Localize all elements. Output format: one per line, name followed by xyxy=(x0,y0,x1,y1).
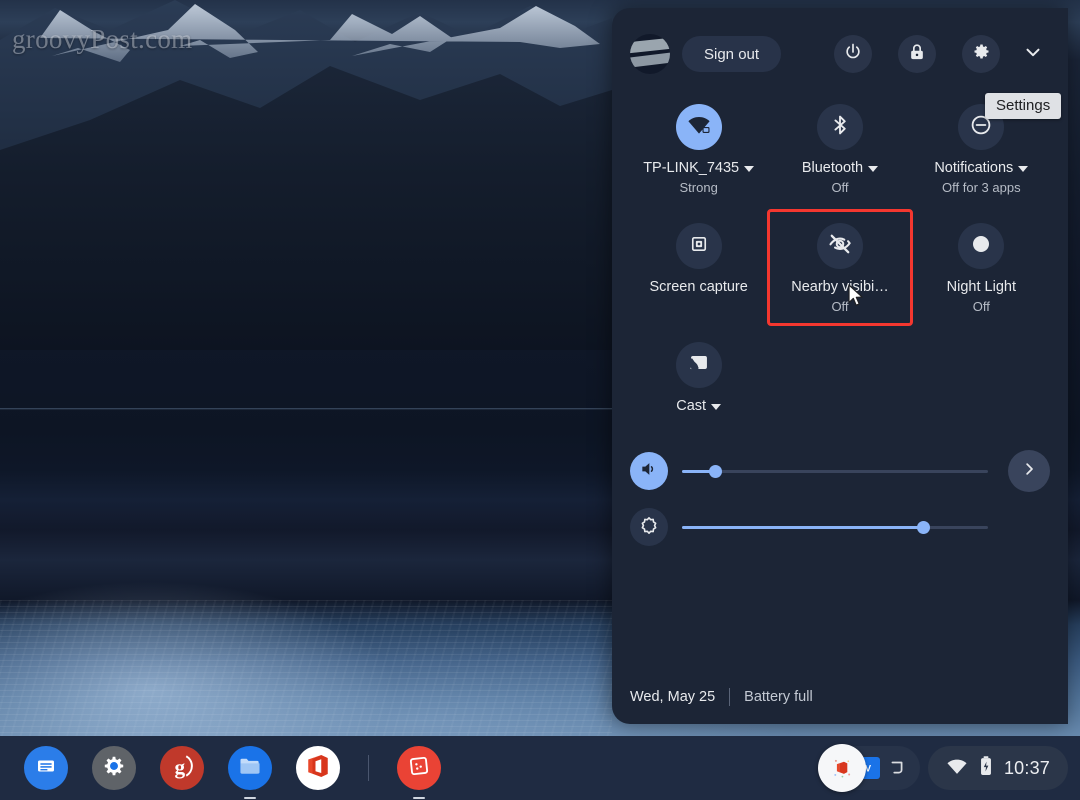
gear-icon xyxy=(971,41,992,67)
lock-button[interactable] xyxy=(898,35,936,73)
bluetooth-tile-icon-circle xyxy=(816,104,863,150)
nearby-visibility-tile-icon-circle xyxy=(816,223,863,269)
system-status-tray[interactable]: 10:37 xyxy=(927,746,1068,790)
photos-icon xyxy=(406,753,432,784)
quick-settings-footer: Wed, May 25 Battery full xyxy=(612,670,1068,724)
shelf-item-office-app[interactable] xyxy=(296,746,340,790)
lock-icon xyxy=(907,42,927,67)
battery-status-label[interactable]: Battery full xyxy=(744,689,813,705)
clock-label: 10:37 xyxy=(1003,757,1050,778)
bluetooth-icon xyxy=(829,114,851,141)
bluetooth-tile-label: Bluetooth xyxy=(801,160,864,176)
night-light-tile-icon-circle xyxy=(958,223,1005,269)
shelf-item-photos-app[interactable] xyxy=(397,746,441,799)
chevron-right-icon xyxy=(1020,460,1038,483)
power-button[interactable] xyxy=(834,35,872,73)
network-tile-status: Strong xyxy=(679,180,718,195)
volume-expand-button[interactable] xyxy=(1008,450,1050,492)
cast-icon xyxy=(687,351,710,379)
tile-network[interactable]: TP-LINK_7435 Strong xyxy=(628,92,769,205)
folder-icon xyxy=(237,753,263,784)
sign-out-button[interactable]: Sign out xyxy=(682,36,782,72)
volume-icon xyxy=(639,459,659,484)
settings-tooltip: Settings xyxy=(985,93,1062,119)
screen-capture-icon xyxy=(688,233,710,260)
tile-bluetooth[interactable]: Bluetooth Off xyxy=(769,92,910,205)
network-tile-icon-circle xyxy=(675,104,722,150)
moon-icon xyxy=(969,232,993,261)
chromeos-desktop: groovyPost.com Sign out TP-LINK_7435 Str… xyxy=(0,0,1080,800)
screen-capture-tile-label: Screen capture xyxy=(649,279,748,295)
nearby-visibility-tile-status: Off xyxy=(831,299,849,314)
shelf-item-chat-app[interactable] xyxy=(24,746,68,790)
network-tile-label-row: TP-LINK_7435 xyxy=(643,160,755,177)
brightness-button[interactable] xyxy=(630,508,668,546)
chevron-down-icon[interactable] xyxy=(744,165,755,172)
tile-night-light[interactable]: Night Light Off xyxy=(911,211,1052,324)
cast-tile-label: Cast xyxy=(676,398,707,414)
tile-cast[interactable]: Cast xyxy=(628,330,769,425)
wifi-icon xyxy=(687,113,711,142)
office-icon xyxy=(303,751,333,786)
tile-nearby-visibility[interactable]: Nearby visibi… Off xyxy=(767,209,913,326)
chevron-down-icon[interactable] xyxy=(1018,165,1029,172)
shelf-divider xyxy=(368,755,369,781)
groovypost-watermark: groovyPost.com xyxy=(12,24,193,54)
bluetooth-tile-status: Off xyxy=(831,180,849,195)
cast-tile-label-row: Cast xyxy=(676,398,722,415)
shelf-status-area: V 10:37 xyxy=(817,744,1080,792)
chat-icon xyxy=(34,754,58,783)
date-label[interactable]: Wed, May 25 xyxy=(630,689,715,705)
eye-slash-icon xyxy=(827,231,853,262)
network-tile-label: TP-LINK_7435 xyxy=(643,160,740,176)
nearby-visibility-tile-label: Nearby visibi… xyxy=(791,279,889,295)
brightness-slider-row xyxy=(630,499,1050,555)
notifications-tile-label-row: Notifications xyxy=(934,160,1029,177)
chevron-down-icon[interactable] xyxy=(868,165,879,172)
brightness-icon xyxy=(639,515,659,540)
quick-settings-sliders xyxy=(612,425,1068,555)
shelf-item-files-app[interactable] xyxy=(228,746,272,799)
shelf-app-list: g xyxy=(0,746,441,799)
footer-divider xyxy=(729,688,731,706)
svg-text:g: g xyxy=(175,755,186,779)
brightness-slider-track[interactable] xyxy=(682,520,988,534)
power-icon xyxy=(843,42,863,67)
tray-ime-icon[interactable] xyxy=(884,755,910,781)
cast-tile-icon-circle xyxy=(675,342,722,388)
chevron-down-icon[interactable] xyxy=(711,403,722,410)
volume-mute-button[interactable] xyxy=(630,452,668,490)
volume-slider-thumb[interactable] xyxy=(709,464,723,478)
quick-settings-tiles-grid: TP-LINK_7435 Strong Bluetooth Off Notifi… xyxy=(612,78,1068,425)
shelf-item-settings-app[interactable] xyxy=(92,746,136,790)
gear-icon xyxy=(100,752,128,785)
tray-extra-icons[interactable]: V xyxy=(817,744,920,792)
battery-full-icon xyxy=(979,755,993,782)
screen-capture-tile-icon-circle xyxy=(675,223,722,269)
lake-ripples xyxy=(0,600,612,736)
lake-surface-lines xyxy=(0,408,612,558)
tile-screen-capture[interactable]: Screen capture xyxy=(628,211,769,324)
volume-slider-track[interactable] xyxy=(682,464,988,478)
night-light-tile-label: Night Light xyxy=(946,279,1016,295)
brightness-slider-fill xyxy=(682,525,924,529)
notifications-tile-status: Off for 3 apps xyxy=(942,180,1021,195)
wifi-icon xyxy=(946,755,968,782)
office-app-popup-icon[interactable] xyxy=(817,744,866,792)
shelf-item-groovypost-app[interactable]: g xyxy=(160,746,204,790)
brightness-slider-thumb[interactable] xyxy=(917,520,931,534)
notifications-tile-label: Notifications xyxy=(934,160,1014,176)
shelf: g V 10:37 xyxy=(0,736,1080,800)
chevron-down-icon xyxy=(1022,41,1044,68)
collapse-panel-button[interactable] xyxy=(1016,37,1050,71)
night-light-tile-status: Off xyxy=(972,299,990,314)
g-letter-icon: g xyxy=(167,751,197,786)
user-avatar[interactable] xyxy=(630,34,670,74)
volume-slider-row xyxy=(630,443,1050,499)
bluetooth-tile-label-row: Bluetooth xyxy=(801,160,879,177)
settings-button[interactable] xyxy=(962,35,1000,73)
quick-settings-header: Sign out xyxy=(612,8,1068,78)
